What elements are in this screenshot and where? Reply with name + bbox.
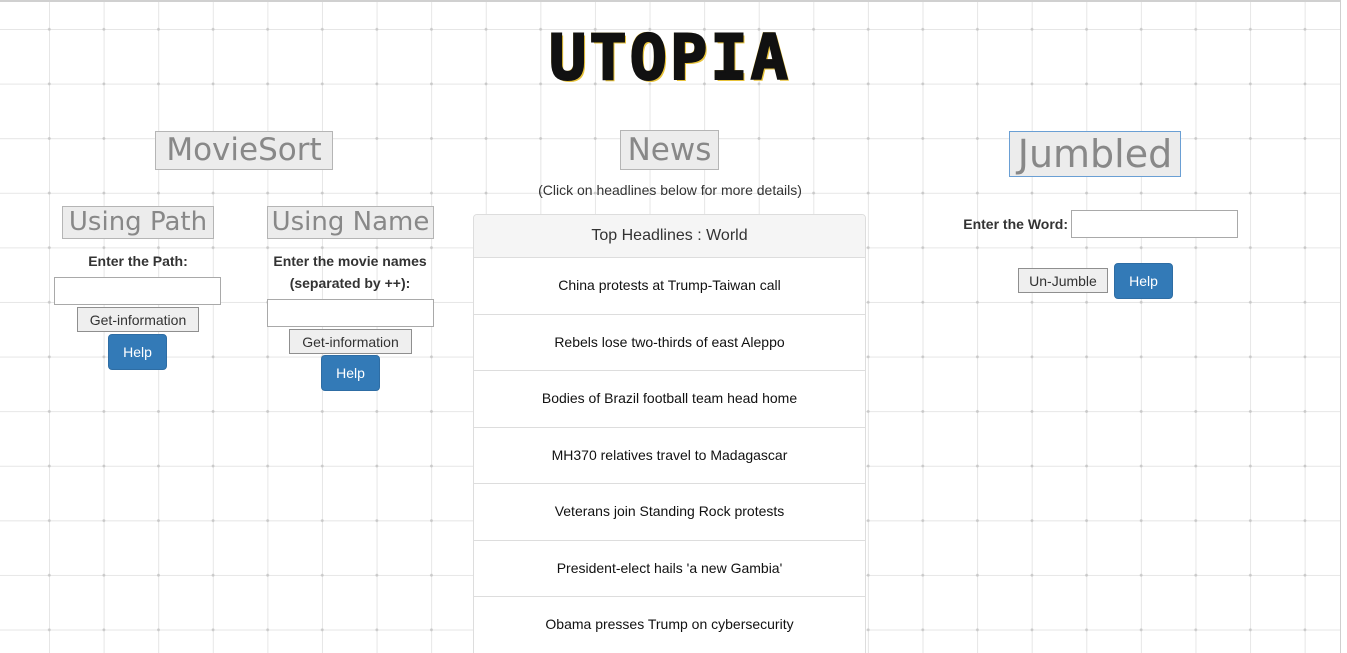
headline-item[interactable]: MH370 relatives travel to Madagascar [474, 428, 865, 484]
top-border [0, 0, 1347, 2]
news-subtitle: (Click on headlines below for more detai… [538, 182, 802, 198]
jumbled-help-button[interactable]: Help [1114, 263, 1173, 299]
headlines-panel-title: Top Headlines : World [474, 215, 865, 258]
movie-names-label: Enter the movie names (separated by ++): [255, 250, 445, 294]
site-title: UTOPIA [548, 21, 791, 95]
movie-names-label-line1: Enter the movie names [273, 253, 427, 269]
using-path-heading: Using Path [62, 206, 214, 239]
names-get-information-button[interactable]: Get-information [289, 329, 412, 354]
path-get-information-button[interactable]: Get-information [77, 307, 199, 332]
headline-item[interactable]: Veterans join Standing Rock protests [474, 484, 865, 541]
movie-names-label-line2: (separated by ++): [289, 275, 411, 291]
scrollbar-edge [1340, 0, 1347, 653]
word-label: Enter the Word: [963, 216, 1068, 232]
using-name-heading: Using Name [267, 206, 434, 239]
headline-item[interactable]: Obama presses Trump on cybersecurity [474, 597, 865, 653]
path-help-button[interactable]: Help [108, 334, 167, 370]
headlines-panel: Top Headlines : World China protests at … [473, 214, 866, 653]
moviesort-heading: MovieSort [155, 131, 333, 170]
names-help-button[interactable]: Help [321, 355, 380, 391]
headline-item[interactable]: Bodies of Brazil football team head home [474, 371, 865, 428]
news-heading: News [620, 130, 719, 170]
path-label: Enter the Path: [88, 253, 188, 269]
unjumble-button[interactable]: Un-Jumble [1018, 268, 1108, 293]
movie-names-input[interactable] [267, 299, 434, 327]
path-input[interactable] [54, 277, 221, 305]
headline-item[interactable]: Rebels lose two-thirds of east Aleppo [474, 315, 865, 371]
headline-list: China protests at Trump-Taiwan call Rebe… [474, 258, 865, 653]
headline-item[interactable]: China protests at Trump-Taiwan call [474, 258, 865, 315]
jumbled-heading: Jumbled [1009, 131, 1181, 177]
word-input[interactable] [1071, 210, 1238, 238]
headline-item[interactable]: President-elect hails 'a new Gambia' [474, 541, 865, 597]
